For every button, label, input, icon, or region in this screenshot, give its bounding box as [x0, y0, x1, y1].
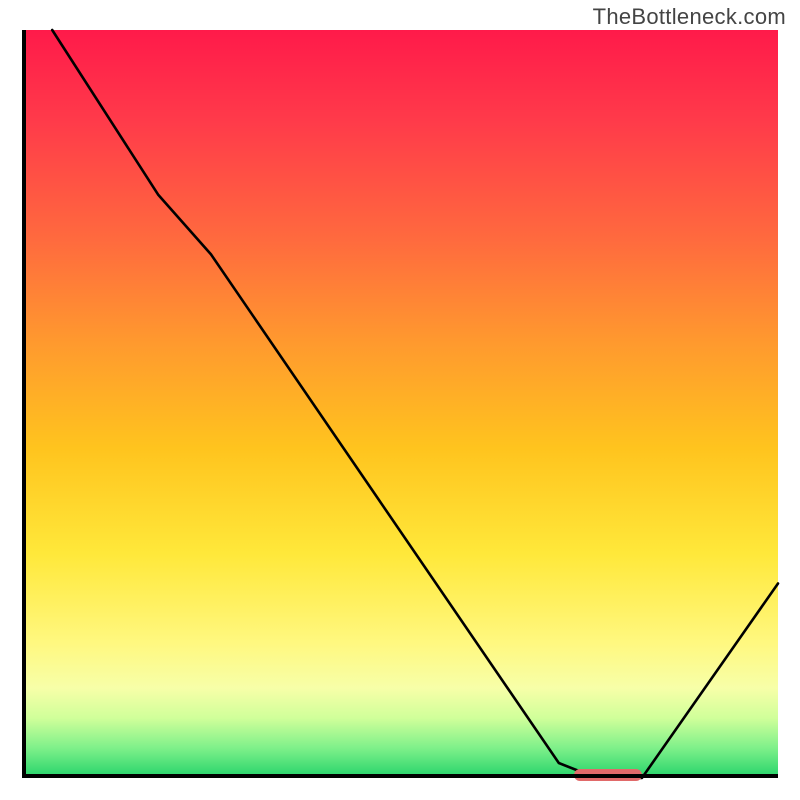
- plot-area: [22, 30, 778, 778]
- watermark-text: TheBottleneck.com: [593, 4, 786, 30]
- chart-stage: TheBottleneck.com: [0, 0, 800, 800]
- axes: [22, 30, 778, 778]
